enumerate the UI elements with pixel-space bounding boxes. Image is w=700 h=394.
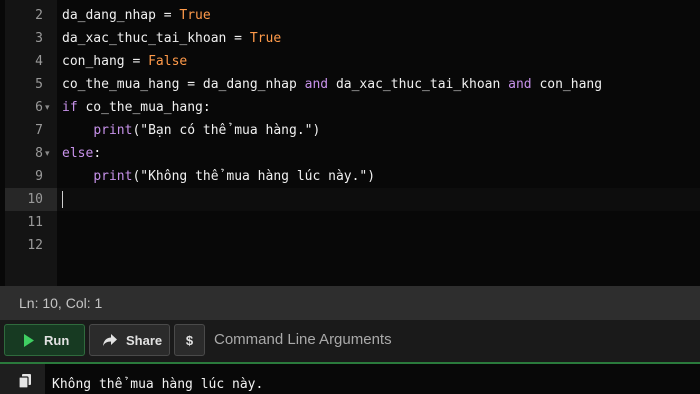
code-token: con_hang bbox=[531, 77, 603, 92]
output-side-bar bbox=[0, 364, 45, 394]
code-token: True bbox=[179, 8, 211, 23]
cursor-position: Ln: 10, Col: 1 bbox=[19, 295, 103, 311]
line-number: 11 bbox=[27, 215, 43, 230]
code-token: : bbox=[93, 146, 102, 161]
code-token: and bbox=[508, 77, 532, 92]
fold-toggle-icon[interactable]: ▾ bbox=[45, 100, 50, 116]
code-token: da_xac_thuc_tai_khoan bbox=[328, 77, 509, 92]
play-icon bbox=[24, 333, 34, 347]
copy-icon[interactable] bbox=[19, 374, 31, 388]
code-token: print bbox=[93, 123, 133, 138]
code-token: else bbox=[62, 146, 94, 161]
current-line-highlight bbox=[57, 188, 700, 211]
code-token: True bbox=[249, 31, 282, 46]
code-token: print bbox=[93, 169, 133, 184]
line-number: 5 bbox=[35, 77, 43, 92]
code-line[interactable]: if co_the_mua_hang: bbox=[62, 100, 211, 116]
code-token: da_dang_nhap = bbox=[62, 8, 180, 23]
code-token: and bbox=[304, 77, 329, 92]
run-button[interactable]: Run bbox=[4, 324, 85, 356]
command-args-button[interactable]: $ bbox=[174, 324, 205, 356]
code-token: False bbox=[148, 54, 188, 69]
code-token: con_hang = bbox=[62, 54, 149, 69]
line-number: 2 bbox=[35, 8, 43, 23]
line-number: 9 bbox=[35, 169, 43, 184]
code-token: ("Không thể mua hàng lúc này.") bbox=[132, 169, 376, 184]
fold-toggle-icon[interactable]: ▾ bbox=[45, 146, 50, 162]
line-number: 12 bbox=[27, 238, 43, 253]
line-number: 10 bbox=[27, 192, 43, 207]
line-number: 4 bbox=[35, 54, 43, 69]
line-number: 3 bbox=[35, 31, 43, 46]
code-line[interactable]: co_the_mua_hang = da_dang_nhap and da_xa… bbox=[62, 77, 602, 93]
share-label: Share bbox=[126, 332, 163, 348]
code-line[interactable]: else: bbox=[62, 146, 101, 162]
code-token: da_xac_thuc_tai_khoan = bbox=[62, 31, 250, 46]
share-button[interactable]: Share bbox=[89, 324, 170, 356]
line-number: 8 bbox=[35, 146, 43, 161]
code-token: co_the_mua_hang = da_dang_nhap bbox=[62, 77, 305, 92]
line-number: 6 bbox=[35, 100, 43, 115]
run-label: Run bbox=[44, 332, 70, 348]
code-line[interactable]: con_hang = False bbox=[62, 54, 187, 70]
command-line-arguments-input[interactable]: Command Line Arguments bbox=[208, 324, 700, 356]
code-token: if bbox=[62, 100, 78, 115]
text-caret bbox=[62, 191, 63, 208]
code-line[interactable]: da_dang_nhap = True bbox=[62, 8, 211, 24]
code-token: co_the_mua_hang: bbox=[77, 100, 211, 115]
output-text: Không thể mua hàng lúc này. bbox=[52, 377, 264, 392]
code-line[interactable]: da_xac_thuc_tai_khoan = True bbox=[62, 31, 281, 47]
share-arrow-icon bbox=[103, 333, 117, 346]
line-number: 7 bbox=[35, 123, 43, 138]
code-line[interactable]: print("Không thể mua hàng lúc này.") bbox=[62, 169, 375, 185]
status-bar bbox=[0, 286, 700, 320]
code-token: ("Bạn có thể mua hàng.") bbox=[132, 123, 321, 138]
code-line[interactable]: print("Bạn có thể mua hàng.") bbox=[62, 123, 320, 139]
